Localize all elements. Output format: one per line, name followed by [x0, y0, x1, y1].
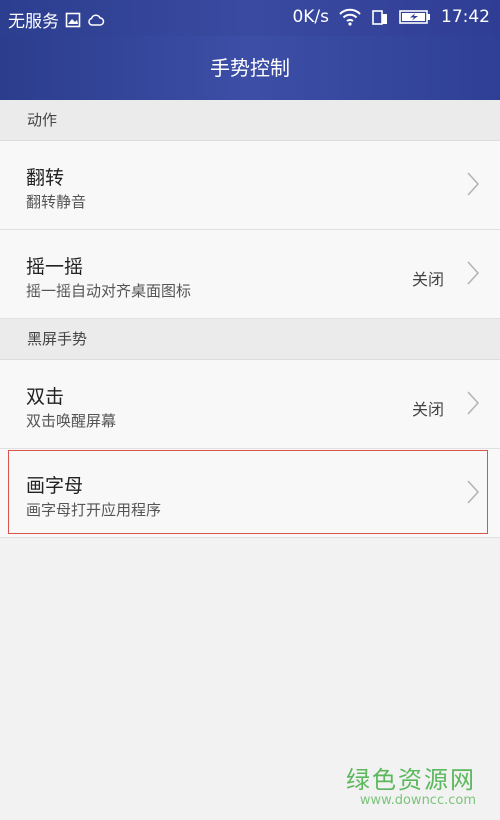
- setting-flip[interactable]: 翻转 翻转静音: [0, 141, 500, 230]
- network-speed: 0K/s: [292, 7, 329, 27]
- setting-subtitle: 翻转静音: [26, 193, 87, 211]
- carrier-label: 无服务: [8, 12, 59, 32]
- setting-subtitle: 摇一摇自动对齐桌面图标: [26, 282, 192, 300]
- page-title: 手势控制: [210, 56, 290, 80]
- setting-subtitle: 画字母打开应用程序: [26, 501, 162, 519]
- chevron-right-icon: [467, 391, 480, 415]
- battery-charging-icon: [399, 10, 430, 24]
- wifi-icon: [339, 8, 361, 26]
- image-icon: [65, 12, 81, 27]
- setting-title: 翻转: [26, 167, 65, 189]
- setting-value: 关闭: [411, 270, 444, 289]
- setting-draw-letter[interactable]: 画字母 画字母打开应用程序: [0, 449, 500, 538]
- setting-title: 双击: [26, 386, 65, 408]
- chevron-right-icon: [467, 261, 480, 285]
- watermark: 绿色资源网 www.downcc.com: [346, 760, 476, 808]
- settings-list: 动作 翻转 翻转静音 摇一摇 摇一摇自动对齐桌面图标 关闭 黑屏手势 双击 双击…: [0, 100, 500, 538]
- watermark-url: www.downcc.com: [359, 793, 476, 808]
- chevron-right-icon: [467, 480, 480, 504]
- cloud-icon: [88, 13, 105, 26]
- setting-title: 摇一摇: [26, 256, 84, 278]
- sim-icon: [372, 10, 387, 25]
- setting-title: 画字母: [26, 475, 84, 497]
- clock: 17:42: [441, 7, 490, 27]
- setting-subtitle: 双击唤醒屏幕: [26, 412, 117, 430]
- section-header-screen-off-gestures: 黑屏手势: [0, 319, 500, 360]
- app-bar: 手势控制: [0, 36, 500, 100]
- setting-value: 关闭: [411, 400, 444, 419]
- status-bar: 无服务 0K/s 17:42: [0, 0, 500, 36]
- setting-shake[interactable]: 摇一摇 摇一摇自动对齐桌面图标 关闭: [0, 230, 500, 319]
- chevron-right-icon: [467, 172, 480, 196]
- setting-double-tap[interactable]: 双击 双击唤醒屏幕 关闭: [0, 360, 500, 449]
- watermark-brand: 绿色资源网: [346, 766, 476, 794]
- section-header-actions: 动作: [0, 100, 500, 141]
